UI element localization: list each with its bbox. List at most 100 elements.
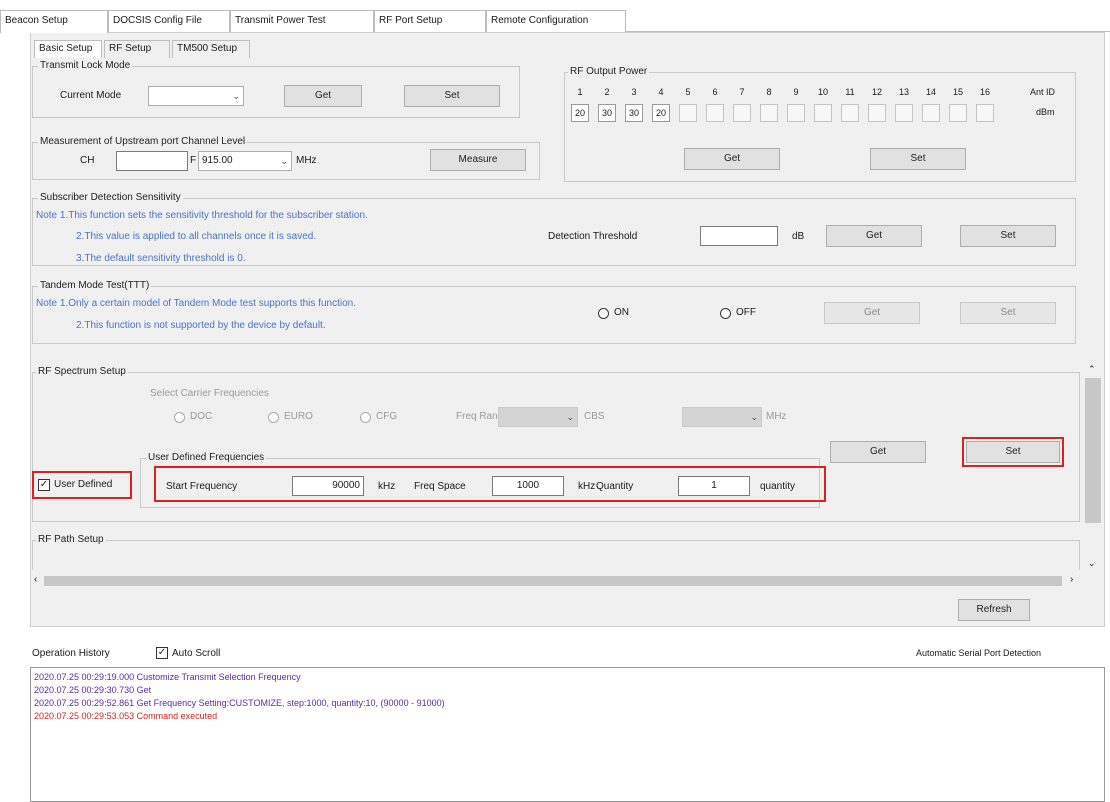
cfg-radio[interactable]: [360, 412, 371, 423]
cbs-select[interactable]: ⌄: [682, 407, 762, 427]
tab-transmit-power[interactable]: Transmit Power Test: [230, 10, 374, 32]
scroll-up-icon[interactable]: ⌃: [1088, 364, 1096, 375]
doc-radio[interactable]: [174, 412, 185, 423]
freq-header: Select Carrier Frequencies: [150, 388, 269, 399]
rf-power-get-button[interactable]: Get: [684, 148, 780, 170]
rf-spectrum-title: RF Spectrum Setup: [36, 366, 128, 377]
ch-input[interactable]: [116, 151, 188, 171]
power-channel-number: 13: [898, 87, 909, 97]
measure-button[interactable]: Measure: [430, 149, 526, 171]
ant-id-label: Ant ID: [1030, 87, 1056, 97]
tab-rf-port-setup[interactable]: RF Port Setup: [374, 10, 486, 32]
power-value-input[interactable]: 30: [625, 104, 643, 122]
history-line: 2020.07.25 00:29:52.861 Get Frequency Se…: [34, 698, 445, 708]
spectrum-get-button[interactable]: Get: [830, 441, 926, 463]
power-value-input[interactable]: [922, 104, 940, 122]
tx-lock-get-button[interactable]: Get: [284, 85, 362, 107]
power-value-input[interactable]: [733, 104, 751, 122]
rf-path-group: [32, 540, 1080, 570]
auto-scroll-label: Auto Scroll: [172, 648, 221, 659]
off-radio-label: OFF: [736, 307, 756, 318]
rf-power-title: RF Output Power: [568, 66, 650, 77]
sensitivity-note-3: 3.The default sensitivity threshold is 0…: [76, 253, 246, 264]
tandem-set-button[interactable]: Set: [960, 302, 1056, 324]
scroll-down-icon[interactable]: ⌄: [1088, 558, 1096, 569]
ch-label: CH: [80, 155, 95, 166]
tab-beacon-setup[interactable]: Beacon Setup: [0, 10, 108, 33]
tab-basic-setup[interactable]: Basic Setup: [34, 40, 102, 58]
power-value-input[interactable]: 20: [571, 104, 589, 122]
cbs-label: CBS: [584, 411, 605, 422]
on-radio[interactable]: [598, 308, 609, 319]
history-line: 2020.07.25 00:29:30.730 Get: [34, 685, 152, 695]
tx-lock-title: Transmit Lock Mode: [38, 60, 133, 71]
tandem-title: Tandem Mode Test(TTT): [38, 280, 152, 291]
tandem-get-button[interactable]: Get: [824, 302, 920, 324]
tab-docsis-config[interactable]: DOCSIS Config File: [108, 10, 230, 32]
tx-lock-set-button[interactable]: Set: [404, 85, 500, 107]
tandem-note-1: Note 1.Only a certain model of Tandem Mo…: [36, 298, 356, 309]
refresh-button[interactable]: Refresh: [958, 599, 1030, 621]
power-value-input[interactable]: [841, 104, 859, 122]
freq-value: 915.00: [202, 155, 233, 166]
scroll-left-icon[interactable]: ‹: [34, 574, 37, 585]
power-channel-number: 1: [577, 87, 583, 97]
tab-remote-config[interactable]: Remote Configuration: [486, 10, 626, 32]
rf-power-set-button[interactable]: Set: [870, 148, 966, 170]
cbs-unit: MHz: [766, 411, 787, 422]
auto-scroll-checkbox[interactable]: ✓: [156, 647, 168, 659]
sensitivity-set-button[interactable]: Set: [960, 225, 1056, 247]
tab-rf-setup[interactable]: RF Setup: [104, 40, 170, 58]
power-channel-number: 15: [952, 87, 963, 97]
freq-select[interactable]: 915.00 ⌄: [198, 151, 292, 171]
sensitivity-title: Subscriber Detection Sensitivity: [38, 192, 183, 203]
power-channel-number: 7: [739, 87, 745, 97]
freq-label: F: [190, 155, 197, 166]
power-value-input[interactable]: [895, 104, 913, 122]
chevron-down-icon: ⌄: [750, 412, 758, 422]
power-channel-number: 2: [604, 87, 610, 97]
threshold-input[interactable]: [700, 226, 778, 246]
power-value-input[interactable]: [706, 104, 724, 122]
freq-range-select[interactable]: ⌄: [498, 407, 578, 427]
power-channel-number: 11: [845, 87, 855, 97]
vertical-scroll-thumb[interactable]: [1085, 378, 1101, 523]
power-value-input[interactable]: [679, 104, 697, 122]
power-value-input[interactable]: [949, 104, 967, 122]
cfg-radio-label: CFG: [376, 411, 398, 422]
current-mode-select[interactable]: ⌄: [148, 86, 244, 106]
power-channel-number: 12: [871, 87, 882, 97]
power-value-input[interactable]: [868, 104, 886, 122]
euro-radio[interactable]: [268, 412, 279, 423]
power-channel-number: 10: [817, 87, 828, 97]
doc-radio-label: DOC: [190, 411, 213, 422]
power-value-input[interactable]: [787, 104, 805, 122]
chevron-down-icon: ⌄: [232, 91, 240, 101]
scroll-right-icon[interactable]: ›: [1070, 574, 1073, 585]
sensitivity-get-button[interactable]: Get: [826, 225, 922, 247]
tandem-note-2: 2.This function is not supported by the …: [76, 320, 326, 331]
chevron-down-icon: ⌄: [280, 156, 288, 166]
power-value-input[interactable]: [760, 104, 778, 122]
history-line: 2020.07.25 00:29:19.000 Customize Transm…: [34, 672, 301, 682]
power-value-input[interactable]: 30: [598, 104, 616, 122]
power-channel-number: 8: [766, 87, 772, 97]
threshold-label: Detection Threshold: [548, 231, 638, 242]
history-title: Operation History: [32, 648, 110, 659]
on-radio-label: ON: [614, 307, 629, 318]
chevron-down-icon: ⌄: [566, 412, 574, 422]
horizontal-scroll-thumb[interactable]: [44, 576, 1062, 586]
power-channel-number: 6: [712, 87, 718, 97]
current-mode-label: Current Mode: [60, 90, 122, 101]
highlight-set-button: [962, 437, 1064, 467]
power-value-input[interactable]: [814, 104, 832, 122]
power-channel-number: 4: [658, 87, 664, 97]
ant-unit: dBm: [1036, 107, 1055, 117]
power-value-input[interactable]: 20: [652, 104, 670, 122]
off-radio[interactable]: [720, 308, 731, 319]
power-value-input[interactable]: [976, 104, 994, 122]
tab-tm500-setup[interactable]: TM500 Setup: [172, 40, 250, 58]
power-channel-number: 5: [685, 87, 691, 97]
user-freq-title: User Defined Frequencies: [146, 452, 267, 463]
serial-detection-link[interactable]: Automatic Serial Port Detection: [916, 648, 1041, 658]
